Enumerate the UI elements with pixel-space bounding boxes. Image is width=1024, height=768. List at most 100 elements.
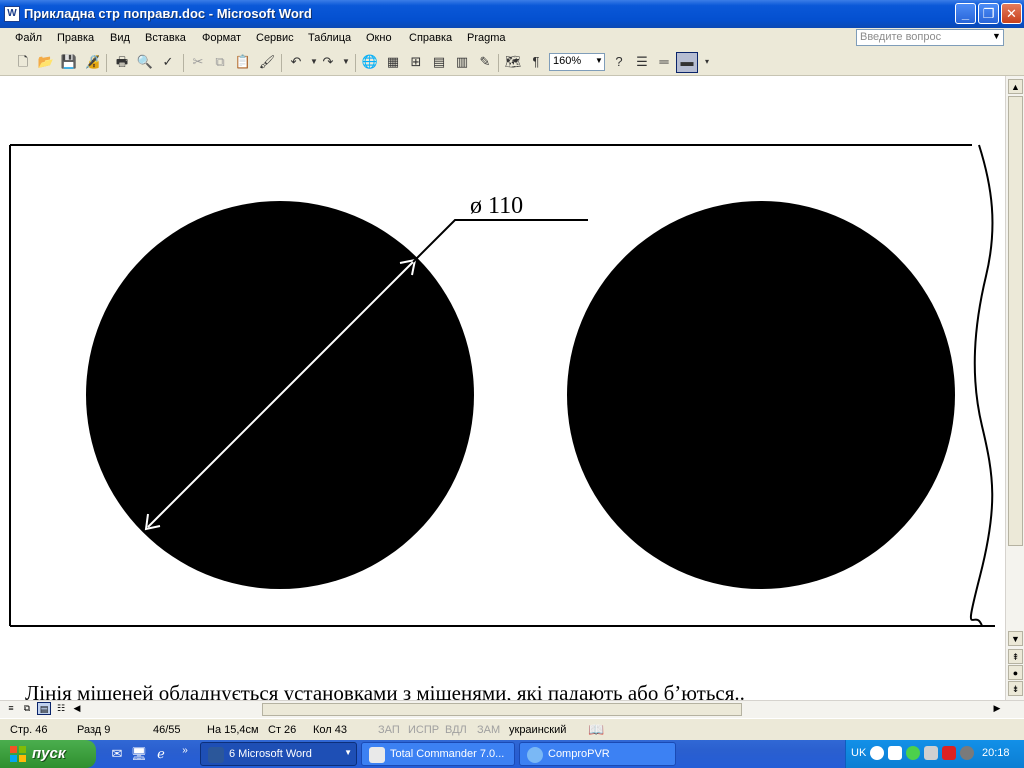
task-word[interactable]: 6 Microsoft Word ▼ <box>200 742 357 766</box>
scroll-up-icon[interactable]: ▲ <box>1008 79 1023 94</box>
status-track-changes[interactable]: ИСПР <box>408 724 439 736</box>
menu-insert[interactable]: Вставка <box>145 32 186 44</box>
outline-view-icon[interactable]: ☷ <box>54 702 68 715</box>
title-bar: W Прикладна стр поправл.doc - Microsoft … <box>0 0 1024 28</box>
start-button[interactable]: пуск <box>0 740 96 768</box>
redo-icon[interactable]: ↷ <box>319 53 337 71</box>
spelling-status-icon[interactable]: 📖 <box>588 722 604 738</box>
task-group-dropdown-icon[interactable]: ▼ <box>344 748 352 757</box>
scroll-right-icon[interactable]: ▶ <box>990 702 1004 715</box>
line-style-icon[interactable]: ═ <box>655 53 673 71</box>
menu-help[interactable]: Справка <box>409 32 452 44</box>
cut-icon[interactable]: ✂ <box>189 53 207 71</box>
normal-view-icon[interactable]: ≡ <box>4 702 18 715</box>
minimize-button[interactable]: _ <box>955 3 976 24</box>
menu-window[interactable]: Окно <box>366 32 392 44</box>
print-icon[interactable]: 🖶 <box>113 53 131 71</box>
close-button[interactable]: ✕ <box>1001 3 1022 24</box>
columns-icon[interactable]: ▥ <box>453 53 471 71</box>
status-section: Разд 9 <box>77 724 111 736</box>
status-bar: Стр. 46 Разд 9 46/55 На 15,4см Ст 26 Кол… <box>0 718 1024 740</box>
insert-table-icon[interactable]: ⊞ <box>407 53 425 71</box>
format-painter-icon[interactable]: 🖌 <box>258 53 276 71</box>
scroll-down-icon[interactable]: ▼ <box>1008 631 1023 646</box>
document-map-icon[interactable]: 🗺 <box>504 53 522 71</box>
help-dropdown-icon[interactable]: ▼ <box>992 31 1001 41</box>
status-line: Ст 26 <box>268 724 297 736</box>
status-pages: 46/55 <box>153 724 181 736</box>
hyperlink-icon[interactable]: 🌐 <box>361 53 379 71</box>
menu-tools[interactable]: Сервис <box>256 32 294 44</box>
zoom-dropdown-icon[interactable]: ▼ <box>595 56 603 65</box>
scroll-left-icon[interactable]: ◀ <box>70 702 84 715</box>
status-column: Кол 43 <box>313 724 347 736</box>
frame-break-line <box>969 144 994 627</box>
tray-volume-icon[interactable] <box>960 746 974 760</box>
language-indicator[interactable]: UK <box>851 747 866 759</box>
status-record-macro[interactable]: ЗАП <box>378 724 400 736</box>
prev-page-icon[interactable]: ⇞ <box>1008 649 1023 664</box>
insert-excel-icon[interactable]: ▤ <box>430 53 448 71</box>
drawing-icon[interactable]: ✎ <box>476 53 494 71</box>
print-layout-icon[interactable]: ▤ <box>37 702 51 715</box>
quicklaunch-outlook-icon[interactable]: ✉ <box>108 745 126 763</box>
word-app-icon[interactable]: W <box>4 6 20 22</box>
border-line-icon: ▬ <box>680 54 694 69</box>
target-circle-right <box>567 201 955 589</box>
web-view-icon[interactable]: ⧉ <box>20 702 34 715</box>
status-overtype[interactable]: ЗАМ <box>477 724 500 736</box>
tray-green-icon[interactable] <box>906 746 920 760</box>
toolbar-options-icon[interactable]: ▾ <box>698 53 716 71</box>
vertical-scroll-thumb[interactable] <box>1008 96 1023 546</box>
open-folder-icon[interactable]: 📂 <box>37 53 55 71</box>
menu-file[interactable]: Файл <box>15 32 42 44</box>
tray-arrow-icon[interactable] <box>870 746 884 760</box>
tray-antivirus-icon[interactable] <box>942 746 956 760</box>
start-label: пуск <box>32 745 66 762</box>
document-page[interactable]: ø 110 <box>0 76 1005 700</box>
spelling-icon[interactable]: ✓ <box>159 53 177 71</box>
new-document-icon[interactable]: 🗋 <box>14 53 32 71</box>
windows-logo-icon <box>10 746 26 762</box>
tray-network-icon[interactable] <box>924 746 938 760</box>
tables-borders-icon[interactable]: ▦ <box>384 53 402 71</box>
menu-view[interactable]: Вид <box>110 32 130 44</box>
status-language[interactable]: украинский <box>509 724 566 736</box>
total-commander-icon <box>369 747 385 763</box>
browse-object-icon[interactable]: ● <box>1008 665 1023 680</box>
task-compropvr[interactable]: ComproPVR <box>519 742 676 766</box>
window-title: Прикладна стр поправл.doc - Microsoft Wo… <box>24 6 312 21</box>
help-question-input[interactable]: Введите вопрос <box>856 29 1004 46</box>
menu-pragma[interactable]: Pragma <box>467 32 506 44</box>
status-position: На 15,4см <box>207 724 259 736</box>
vertical-scrollbar[interactable]: ▲ ▼ ⇞ ● ⇟ <box>1005 76 1024 700</box>
task-tc-label: Total Commander 7.0... <box>390 748 505 760</box>
print-preview-icon[interactable]: 🔍 <box>136 53 154 71</box>
save-icon[interactable]: 💾 <box>60 53 78 71</box>
task-total-commander[interactable]: Total Commander 7.0... <box>361 742 515 766</box>
tray-window-icon[interactable] <box>888 746 902 760</box>
next-page-icon[interactable]: ⇟ <box>1008 681 1023 696</box>
status-extend[interactable]: ВДЛ <box>445 724 467 736</box>
read-icon[interactable]: ☰ <box>633 53 651 71</box>
redo-dropdown-icon[interactable]: ▼ <box>337 53 355 71</box>
menu-edit[interactable]: Правка <box>57 32 94 44</box>
menu-format[interactable]: Формат <box>202 32 241 44</box>
restore-button[interactable]: ❐ <box>978 3 999 24</box>
clock[interactable]: 20:18 <box>982 747 1010 759</box>
quicklaunch-more-icon[interactable]: » <box>176 742 194 760</box>
permission-icon[interactable]: 🔏 <box>84 53 102 71</box>
leader-line <box>412 219 588 263</box>
quicklaunch-ie-icon[interactable]: ℯ <box>152 745 170 763</box>
menu-table[interactable]: Таблица <box>308 32 351 44</box>
paste-icon[interactable]: 📋 <box>234 53 252 71</box>
copy-icon[interactable]: ⧉ <box>211 53 229 71</box>
show-hide-pilcrow-icon[interactable]: ¶ <box>527 53 545 71</box>
help-icon[interactable]: ? <box>610 53 628 71</box>
undo-icon[interactable]: ↶ <box>287 53 305 71</box>
diameter-label: ø 110 <box>470 193 523 219</box>
task-word-label: 6 Microsoft Word <box>229 748 312 760</box>
horizontal-scroll-thumb[interactable] <box>262 703 742 716</box>
quicklaunch-desktop-icon[interactable]: 🖥 <box>130 745 148 763</box>
target-drawing: ø 110 <box>9 144 995 627</box>
